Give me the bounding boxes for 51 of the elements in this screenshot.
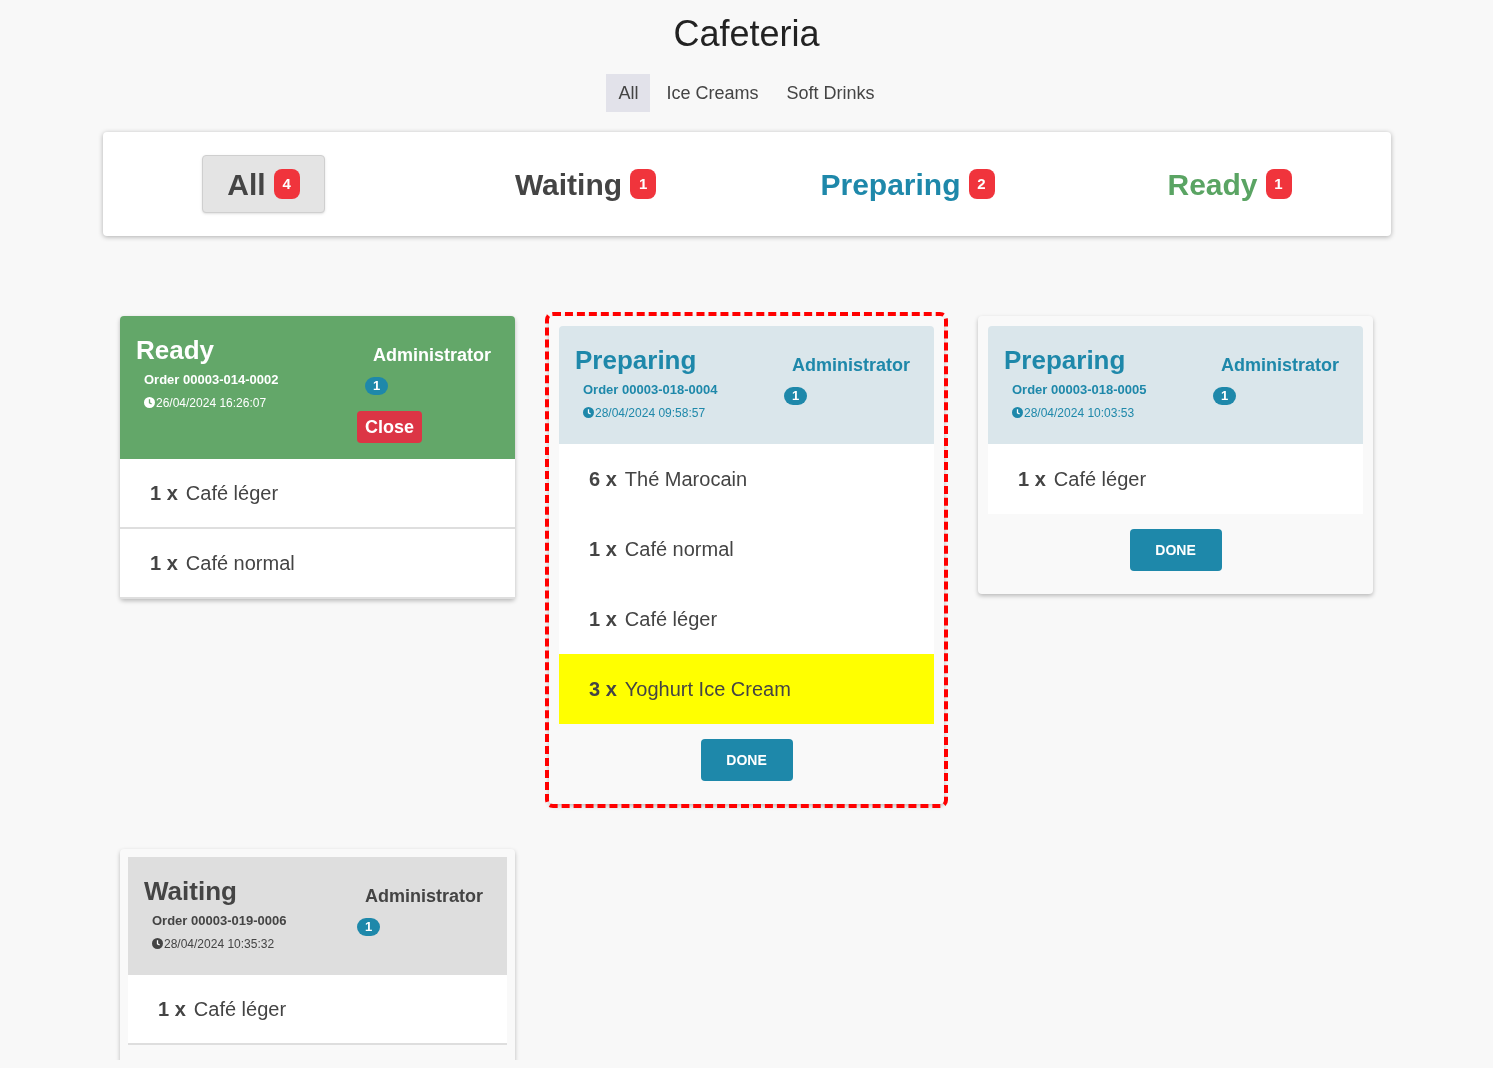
category-tab[interactable]: All: [606, 74, 651, 112]
item-quantity: 1 x: [158, 997, 186, 1022]
status-title: Waiting: [144, 875, 238, 907]
status-title: Ready: [136, 334, 216, 366]
order-number: Order 00003-019-0006: [152, 912, 287, 930]
category-tab[interactable]: Soft Drinks: [774, 74, 887, 112]
item-name: Café léger: [185, 481, 279, 506]
item-name: Yoghurt Ice Cream: [624, 677, 791, 702]
done-button[interactable]: DONE: [1129, 529, 1222, 571]
item-name: Café normal: [185, 551, 295, 576]
count-badge: 1: [365, 377, 389, 395]
count-badge: 4: [273, 169, 300, 199]
status-filter-tab[interactable]: Waiting 1: [490, 155, 681, 213]
user-name: Administrator: [373, 344, 491, 367]
order-number: Order 00003-014-0002: [144, 371, 279, 389]
user-name: Administrator: [1221, 354, 1339, 377]
order-number: Order 00003-018-0004: [583, 381, 718, 399]
order-time: 28/04/2024 10:03:53: [1024, 404, 1135, 422]
item-name: Café normal: [624, 537, 734, 562]
count-badge: 1: [1213, 387, 1237, 405]
count-badge: 1: [1265, 169, 1292, 199]
count-badge: 2: [968, 169, 995, 199]
close-button[interactable]: Close: [357, 411, 423, 443]
item-name: Café léger: [193, 997, 287, 1022]
status-filter-tab[interactable]: Preparing 2: [796, 155, 1019, 213]
item-quantity: 6 x: [589, 467, 617, 492]
item-quantity: 1 x: [150, 551, 178, 576]
item-quantity: 1 x: [589, 607, 617, 632]
status-title: Preparing: [575, 344, 698, 376]
order-time: 28/04/2024 10:35:32: [164, 935, 275, 953]
status-filter-tab[interactable]: All 4: [202, 155, 325, 213]
page-title: Cafeteria: [673, 12, 820, 56]
count-badge: 1: [630, 169, 657, 199]
status-filter-tab[interactable]: Ready 1: [1143, 155, 1316, 213]
order-number: Order 00003-018-0005: [1012, 381, 1147, 399]
order-time: 28/04/2024 09:58:57: [595, 404, 706, 422]
item-name: Thé Marocain: [624, 467, 748, 492]
item-quantity: 3 x: [589, 677, 617, 702]
done-button[interactable]: DONE: [700, 739, 793, 781]
item-name: Café léger: [1053, 467, 1147, 492]
count-badge: 1: [357, 918, 381, 936]
category-tab[interactable]: Ice Creams: [654, 74, 771, 112]
user-name: Administrator: [365, 885, 483, 908]
order-time: 26/04/2024 16:26:07: [156, 394, 267, 412]
item-quantity: 1 x: [589, 537, 617, 562]
item-name: Café léger: [624, 607, 718, 632]
item-quantity: 1 x: [1018, 467, 1046, 492]
status-title: Preparing: [1004, 344, 1127, 376]
user-name: Administrator: [792, 354, 910, 377]
item-quantity: 1 x: [150, 481, 178, 506]
count-badge: 1: [784, 387, 808, 405]
